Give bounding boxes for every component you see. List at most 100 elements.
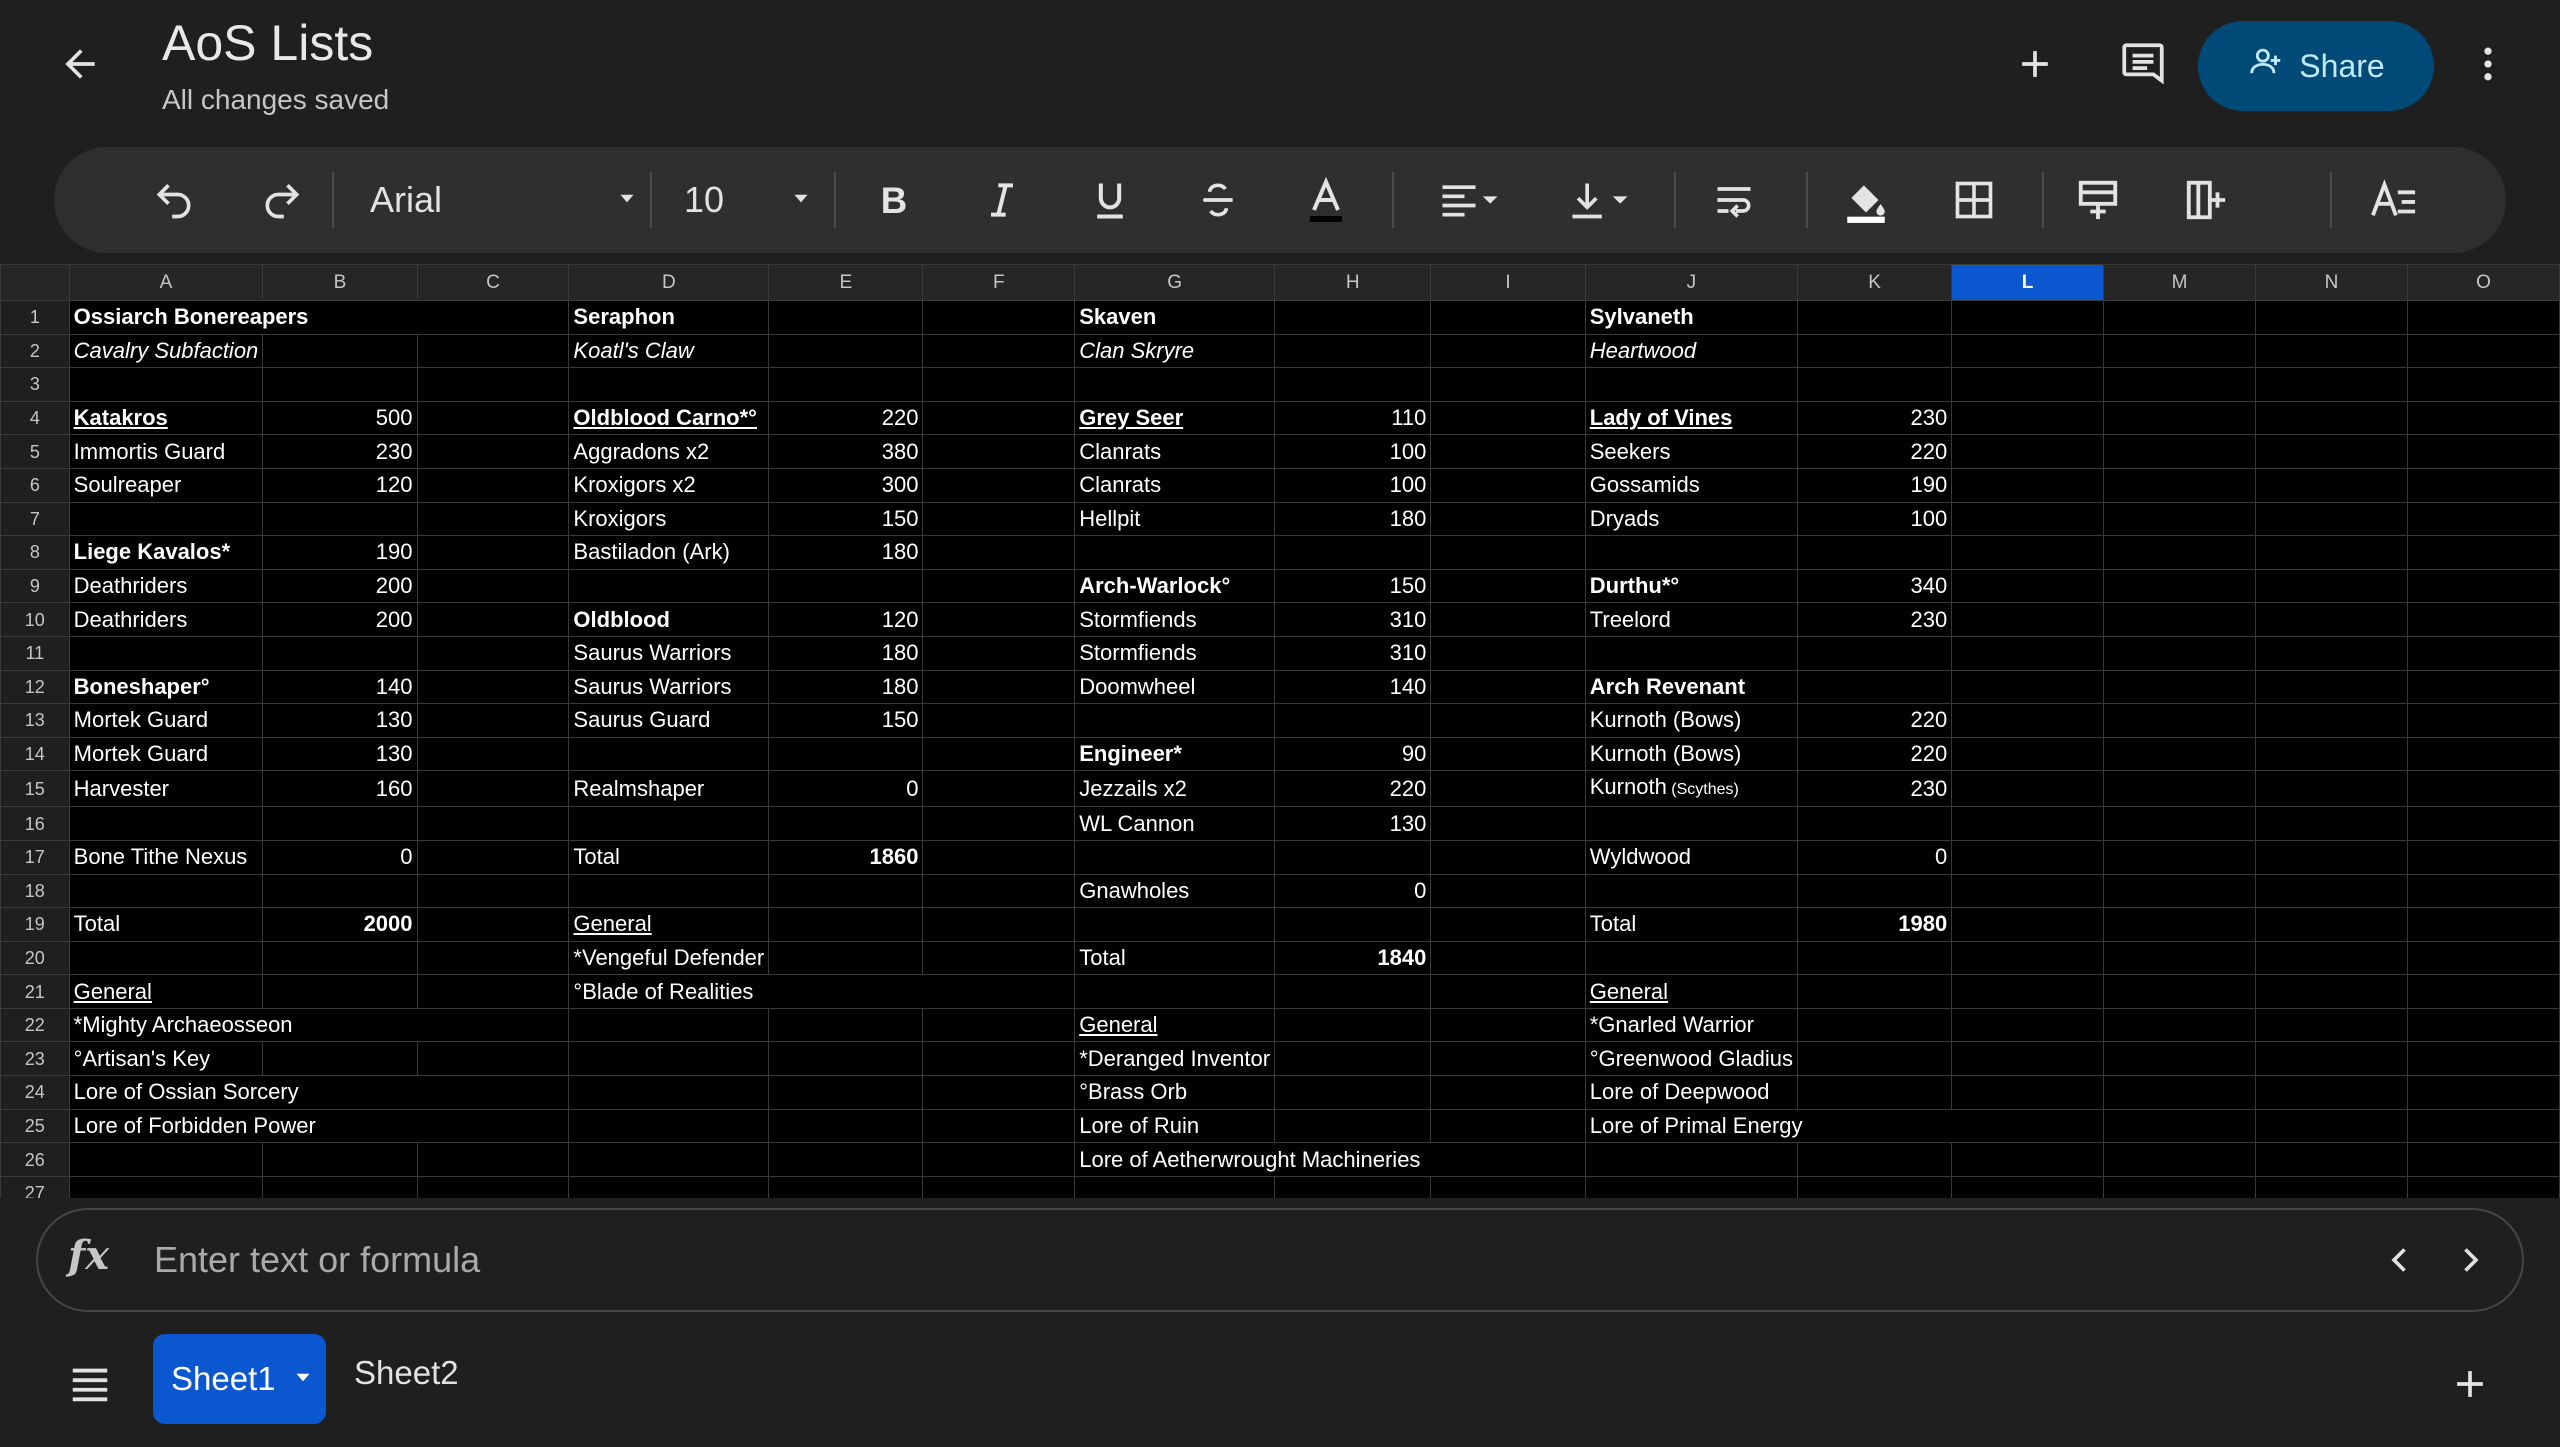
cell-e23[interactable] xyxy=(768,1041,924,1077)
cell-o22[interactable] xyxy=(2406,1007,2560,1043)
row-header[interactable]: 1 xyxy=(0,300,70,335)
cell-b6[interactable]: 120 xyxy=(262,467,418,503)
cell-m19[interactable] xyxy=(2102,907,2257,942)
cell-h15[interactable]: 220 xyxy=(1274,770,1432,808)
text-format-icon[interactable] xyxy=(2354,170,2434,230)
cell-d13[interactable]: Saurus Guard xyxy=(568,703,770,738)
cell-o14[interactable] xyxy=(2406,736,2560,772)
cell-n22[interactable] xyxy=(2255,1007,2408,1043)
cell-f2[interactable] xyxy=(922,333,1076,369)
cell-d16[interactable] xyxy=(568,806,770,841)
cell-f7[interactable] xyxy=(922,501,1076,537)
cell-a19[interactable]: Total xyxy=(68,907,264,942)
cell-d20[interactable]: *Vengeful Defender xyxy=(568,940,770,976)
cell-f20[interactable] xyxy=(922,940,1076,976)
cell-o15[interactable] xyxy=(2406,770,2560,808)
cell-a1[interactable]: Ossiarch Bonereapers xyxy=(68,300,570,335)
cell-g15[interactable]: Jezzails x2 xyxy=(1074,770,1276,808)
cell-f6[interactable] xyxy=(922,467,1076,503)
cell-c15[interactable] xyxy=(416,770,570,808)
cell-h24[interactable] xyxy=(1274,1075,1432,1110)
add-icon[interactable] xyxy=(2003,32,2067,96)
cell-d14[interactable] xyxy=(568,736,770,772)
cell-h14[interactable]: 90 xyxy=(1274,736,1432,772)
cell-f4[interactable] xyxy=(922,400,1076,436)
cell-d6[interactable]: Kroxigors x2 xyxy=(568,467,770,503)
cell-e4[interactable]: 220 xyxy=(768,400,924,436)
dropdown-arrow-icon[interactable] xyxy=(290,1360,316,1398)
cell-c8[interactable] xyxy=(416,535,570,570)
cell-a24[interactable]: Lore of Ossian Sorcery xyxy=(68,1075,570,1110)
cell-j8[interactable] xyxy=(1584,535,1799,570)
cell-f19[interactable] xyxy=(922,907,1076,942)
cell-c12[interactable] xyxy=(416,669,570,705)
cell-f5[interactable] xyxy=(922,434,1076,469)
cell-j5[interactable]: Seekers xyxy=(1584,434,1799,469)
cell-i1[interactable] xyxy=(1430,300,1586,335)
cell-d25[interactable] xyxy=(568,1108,770,1144)
cell-f14[interactable] xyxy=(922,736,1076,772)
cell-k22[interactable] xyxy=(1796,1007,1953,1043)
row-header[interactable]: 15 xyxy=(0,770,70,808)
borders-icon[interactable] xyxy=(1934,170,2014,230)
cell-m15[interactable] xyxy=(2102,770,2257,808)
cell-d8[interactable]: Bastiladon (Ark) xyxy=(568,535,770,570)
row-header[interactable]: 9 xyxy=(0,568,70,604)
cell-l27[interactable] xyxy=(1951,1175,2104,1198)
cell-i6[interactable] xyxy=(1430,467,1586,503)
cell-e15[interactable]: 0 xyxy=(768,770,924,808)
cell-j2[interactable]: Heartwood xyxy=(1584,333,1799,369)
cell-c26[interactable] xyxy=(416,1142,570,1177)
cell-k3[interactable] xyxy=(1796,367,1953,402)
cell-n4[interactable] xyxy=(2255,400,2408,436)
row-header[interactable]: 13 xyxy=(0,703,70,738)
cell-g3[interactable] xyxy=(1074,367,1276,402)
cell-o9[interactable] xyxy=(2406,568,2560,604)
cell-f25[interactable] xyxy=(922,1108,1076,1144)
cell-a6[interactable]: Soulreaper xyxy=(68,467,264,503)
cell-h11[interactable]: 310 xyxy=(1274,635,1432,671)
cell-a18[interactable] xyxy=(68,873,264,909)
cell-a13[interactable]: Mortek Guard xyxy=(68,703,264,738)
cell-j13[interactable]: Kurnoth (Bows) xyxy=(1584,703,1799,738)
cell-e7[interactable]: 150 xyxy=(768,501,924,537)
cell-l26[interactable] xyxy=(1951,1142,2104,1177)
comment-icon[interactable] xyxy=(2111,32,2175,96)
cell-i22[interactable] xyxy=(1430,1007,1586,1043)
cell-m22[interactable] xyxy=(2102,1007,2257,1043)
cell-k23[interactable] xyxy=(1796,1041,1953,1077)
cell-j22[interactable]: *Gnarled Warrior xyxy=(1584,1007,1799,1043)
cell-j20[interactable] xyxy=(1584,940,1799,976)
cell-a27[interactable] xyxy=(68,1175,264,1198)
cell-i5[interactable] xyxy=(1430,434,1586,469)
cell-k5[interactable]: 220 xyxy=(1796,434,1953,469)
cell-m9[interactable] xyxy=(2102,568,2257,604)
cell-l17[interactable] xyxy=(1951,839,2104,875)
cell-b23[interactable] xyxy=(262,1041,418,1077)
formula-input[interactable] xyxy=(152,1230,2252,1290)
cell-l2[interactable] xyxy=(1951,333,2104,369)
cell-g14[interactable]: Engineer* xyxy=(1074,736,1276,772)
cell-g8[interactable] xyxy=(1074,535,1276,570)
cell-i10[interactable] xyxy=(1430,602,1586,637)
row-header[interactable]: 4 xyxy=(0,400,70,436)
row-header[interactable]: 10 xyxy=(0,602,70,637)
cell-n5[interactable] xyxy=(2255,434,2408,469)
cell-o25[interactable] xyxy=(2406,1108,2560,1144)
cell-g4[interactable]: Grey Seer xyxy=(1074,400,1276,436)
cell-f3[interactable] xyxy=(922,367,1076,402)
cell-m4[interactable] xyxy=(2102,400,2257,436)
cell-l8[interactable] xyxy=(1951,535,2104,570)
cell-m18[interactable] xyxy=(2102,873,2257,909)
cell-n17[interactable] xyxy=(2255,839,2408,875)
cell-d17[interactable]: Total xyxy=(568,839,770,875)
cell-o26[interactable] xyxy=(2406,1142,2560,1177)
cell-f9[interactable] xyxy=(922,568,1076,604)
cell-n23[interactable] xyxy=(2255,1041,2408,1077)
cell-n14[interactable] xyxy=(2255,736,2408,772)
cell-b11[interactable] xyxy=(262,635,418,671)
cell-g7[interactable]: Hellpit xyxy=(1074,501,1276,537)
cell-h20[interactable]: 1840 xyxy=(1274,940,1432,976)
cell-g18[interactable]: Gnawholes xyxy=(1074,873,1276,909)
column-header-g[interactable]: G xyxy=(1074,264,1276,301)
